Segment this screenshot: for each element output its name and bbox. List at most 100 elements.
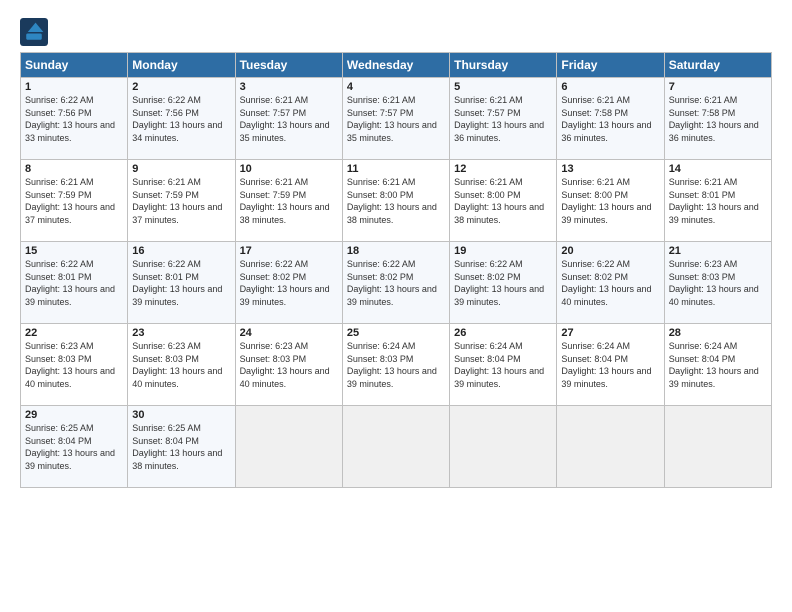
empty-cell (664, 406, 771, 488)
empty-cell (450, 406, 557, 488)
page: SundayMondayTuesdayWednesdayThursdayFrid… (0, 0, 792, 612)
day-cell-9: 9 Sunrise: 6:21 AMSunset: 7:59 PMDayligh… (128, 160, 235, 242)
day-info: Sunrise: 6:22 AMSunset: 8:01 PMDaylight:… (132, 258, 230, 308)
day-number: 6 (561, 81, 659, 93)
day-cell-18: 18 Sunrise: 6:22 AMSunset: 8:02 PMDaylig… (342, 242, 449, 324)
day-info: Sunrise: 6:23 AMSunset: 8:03 PMDaylight:… (669, 258, 767, 308)
day-cell-11: 11 Sunrise: 6:21 AMSunset: 8:00 PMDaylig… (342, 160, 449, 242)
day-cell-4: 4 Sunrise: 6:21 AMSunset: 7:57 PMDayligh… (342, 78, 449, 160)
day-header-saturday: Saturday (664, 53, 771, 78)
week-row-3: 15 Sunrise: 6:22 AMSunset: 8:01 PMDaylig… (21, 242, 772, 324)
day-cell-17: 17 Sunrise: 6:22 AMSunset: 8:02 PMDaylig… (235, 242, 342, 324)
empty-cell (235, 406, 342, 488)
day-number: 14 (669, 163, 767, 175)
day-header-monday: Monday (128, 53, 235, 78)
day-info: Sunrise: 6:23 AMSunset: 8:03 PMDaylight:… (25, 340, 123, 390)
day-cell-20: 20 Sunrise: 6:22 AMSunset: 8:02 PMDaylig… (557, 242, 664, 324)
day-number: 15 (25, 245, 123, 257)
day-info: Sunrise: 6:22 AMSunset: 8:02 PMDaylight:… (561, 258, 659, 308)
day-info: Sunrise: 6:22 AMSunset: 8:02 PMDaylight:… (240, 258, 338, 308)
day-cell-22: 22 Sunrise: 6:23 AMSunset: 8:03 PMDaylig… (21, 324, 128, 406)
day-cell-5: 5 Sunrise: 6:21 AMSunset: 7:57 PMDayligh… (450, 78, 557, 160)
day-cell-27: 27 Sunrise: 6:24 AMSunset: 8:04 PMDaylig… (557, 324, 664, 406)
day-number: 30 (132, 409, 230, 421)
day-cell-10: 10 Sunrise: 6:21 AMSunset: 7:59 PMDaylig… (235, 160, 342, 242)
day-info: Sunrise: 6:24 AMSunset: 8:04 PMDaylight:… (669, 340, 767, 390)
day-info: Sunrise: 6:24 AMSunset: 8:03 PMDaylight:… (347, 340, 445, 390)
day-number: 5 (454, 81, 552, 93)
day-number: 24 (240, 327, 338, 339)
logo-icon (20, 18, 48, 46)
day-number: 16 (132, 245, 230, 257)
empty-cell (342, 406, 449, 488)
day-number: 25 (347, 327, 445, 339)
day-header-tuesday: Tuesday (235, 53, 342, 78)
day-header-friday: Friday (557, 53, 664, 78)
week-row-4: 22 Sunrise: 6:23 AMSunset: 8:03 PMDaylig… (21, 324, 772, 406)
day-number: 28 (669, 327, 767, 339)
week-row-1: 1 Sunrise: 6:22 AMSunset: 7:56 PMDayligh… (21, 78, 772, 160)
day-number: 7 (669, 81, 767, 93)
day-cell-29: 29 Sunrise: 6:25 AMSunset: 8:04 PMDaylig… (21, 406, 128, 488)
header (20, 18, 772, 46)
day-info: Sunrise: 6:21 AMSunset: 8:00 PMDaylight:… (454, 176, 552, 226)
day-cell-6: 6 Sunrise: 6:21 AMSunset: 7:58 PMDayligh… (557, 78, 664, 160)
day-number: 3 (240, 81, 338, 93)
day-header-wednesday: Wednesday (342, 53, 449, 78)
day-info: Sunrise: 6:21 AMSunset: 7:59 PMDaylight:… (240, 176, 338, 226)
day-info: Sunrise: 6:21 AMSunset: 7:57 PMDaylight:… (454, 94, 552, 144)
day-number: 10 (240, 163, 338, 175)
day-number: 23 (132, 327, 230, 339)
day-info: Sunrise: 6:25 AMSunset: 8:04 PMDaylight:… (25, 422, 123, 472)
day-number: 2 (132, 81, 230, 93)
day-cell-23: 23 Sunrise: 6:23 AMSunset: 8:03 PMDaylig… (128, 324, 235, 406)
day-number: 4 (347, 81, 445, 93)
day-number: 13 (561, 163, 659, 175)
day-info: Sunrise: 6:22 AMSunset: 8:02 PMDaylight:… (454, 258, 552, 308)
day-number: 11 (347, 163, 445, 175)
day-info: Sunrise: 6:22 AMSunset: 7:56 PMDaylight:… (25, 94, 123, 144)
week-row-5: 29 Sunrise: 6:25 AMSunset: 8:04 PMDaylig… (21, 406, 772, 488)
day-number: 9 (132, 163, 230, 175)
day-cell-28: 28 Sunrise: 6:24 AMSunset: 8:04 PMDaylig… (664, 324, 771, 406)
day-number: 18 (347, 245, 445, 257)
week-row-2: 8 Sunrise: 6:21 AMSunset: 7:59 PMDayligh… (21, 160, 772, 242)
day-number: 19 (454, 245, 552, 257)
day-number: 12 (454, 163, 552, 175)
day-number: 8 (25, 163, 123, 175)
day-cell-19: 19 Sunrise: 6:22 AMSunset: 8:02 PMDaylig… (450, 242, 557, 324)
day-number: 20 (561, 245, 659, 257)
day-info: Sunrise: 6:23 AMSunset: 8:03 PMDaylight:… (132, 340, 230, 390)
header-row: SundayMondayTuesdayWednesdayThursdayFrid… (21, 53, 772, 78)
day-cell-1: 1 Sunrise: 6:22 AMSunset: 7:56 PMDayligh… (21, 78, 128, 160)
day-info: Sunrise: 6:21 AMSunset: 8:00 PMDaylight:… (561, 176, 659, 226)
day-info: Sunrise: 6:21 AMSunset: 8:00 PMDaylight:… (347, 176, 445, 226)
day-info: Sunrise: 6:23 AMSunset: 8:03 PMDaylight:… (240, 340, 338, 390)
day-header-thursday: Thursday (450, 53, 557, 78)
logo (20, 18, 52, 46)
day-cell-12: 12 Sunrise: 6:21 AMSunset: 8:00 PMDaylig… (450, 160, 557, 242)
day-info: Sunrise: 6:21 AMSunset: 8:01 PMDaylight:… (669, 176, 767, 226)
day-info: Sunrise: 6:24 AMSunset: 8:04 PMDaylight:… (454, 340, 552, 390)
day-cell-7: 7 Sunrise: 6:21 AMSunset: 7:58 PMDayligh… (664, 78, 771, 160)
day-cell-15: 15 Sunrise: 6:22 AMSunset: 8:01 PMDaylig… (21, 242, 128, 324)
day-info: Sunrise: 6:21 AMSunset: 7:59 PMDaylight:… (25, 176, 123, 226)
empty-cell (557, 406, 664, 488)
day-info: Sunrise: 6:21 AMSunset: 7:57 PMDaylight:… (347, 94, 445, 144)
day-number: 27 (561, 327, 659, 339)
day-cell-13: 13 Sunrise: 6:21 AMSunset: 8:00 PMDaylig… (557, 160, 664, 242)
calendar-table: SundayMondayTuesdayWednesdayThursdayFrid… (20, 52, 772, 488)
day-info: Sunrise: 6:21 AMSunset: 7:57 PMDaylight:… (240, 94, 338, 144)
day-cell-8: 8 Sunrise: 6:21 AMSunset: 7:59 PMDayligh… (21, 160, 128, 242)
day-info: Sunrise: 6:25 AMSunset: 8:04 PMDaylight:… (132, 422, 230, 472)
day-cell-25: 25 Sunrise: 6:24 AMSunset: 8:03 PMDaylig… (342, 324, 449, 406)
day-cell-26: 26 Sunrise: 6:24 AMSunset: 8:04 PMDaylig… (450, 324, 557, 406)
day-number: 26 (454, 327, 552, 339)
day-cell-3: 3 Sunrise: 6:21 AMSunset: 7:57 PMDayligh… (235, 78, 342, 160)
day-info: Sunrise: 6:24 AMSunset: 8:04 PMDaylight:… (561, 340, 659, 390)
day-cell-16: 16 Sunrise: 6:22 AMSunset: 8:01 PMDaylig… (128, 242, 235, 324)
day-cell-30: 30 Sunrise: 6:25 AMSunset: 8:04 PMDaylig… (128, 406, 235, 488)
day-header-sunday: Sunday (21, 53, 128, 78)
day-info: Sunrise: 6:22 AMSunset: 7:56 PMDaylight:… (132, 94, 230, 144)
day-cell-2: 2 Sunrise: 6:22 AMSunset: 7:56 PMDayligh… (128, 78, 235, 160)
